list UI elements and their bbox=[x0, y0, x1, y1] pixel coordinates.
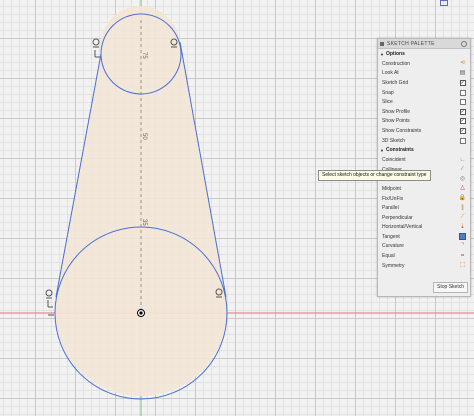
parallel-icon[interactable]: ∥ bbox=[461, 205, 464, 212]
option-checkbox[interactable]: ✓ bbox=[459, 127, 466, 134]
look-at-icon[interactable]: ▤ bbox=[460, 70, 466, 77]
sketch-palette: SKETCH PALETTE ▼ Options Construction ⊲ Lo… bbox=[377, 38, 471, 297]
constraint-row[interactable]: Midpoint △ bbox=[378, 184, 470, 194]
option-checkbox[interactable] bbox=[459, 99, 466, 106]
perpendicular-icon[interactable]: ⟋ bbox=[460, 214, 464, 221]
constraint-label: Curvature bbox=[382, 243, 404, 250]
equal-icon[interactable]: = bbox=[461, 253, 465, 260]
option-label: Slice bbox=[382, 99, 393, 106]
option-checkbox[interactable] bbox=[459, 137, 466, 144]
palette-grip-icon[interactable] bbox=[380, 41, 384, 46]
option-label: Construction bbox=[382, 60, 411, 67]
construction-icon[interactable]: ⊲ bbox=[460, 60, 465, 67]
caret-down-icon: ▼ bbox=[380, 147, 384, 153]
constraint-label: Parallel bbox=[382, 205, 399, 212]
option-label: Show Constraints bbox=[382, 127, 422, 134]
constraint-row[interactable]: Parallel ∥ bbox=[378, 203, 470, 213]
constraint-row[interactable]: Equal = bbox=[378, 251, 470, 261]
constraint-row[interactable]: Symmetry ⬚ bbox=[378, 261, 470, 271]
coincident-icon[interactable]: ∟ bbox=[460, 157, 466, 164]
constraint-row[interactable]: Coincident ∟ bbox=[378, 155, 470, 165]
constraint-row[interactable]: Curvature ⌝ bbox=[378, 242, 470, 252]
curvature-icon[interactable]: ⌝ bbox=[461, 243, 464, 250]
stop-sketch-button[interactable]: Stop Sketch bbox=[433, 282, 468, 293]
constraint-label: Symmetry bbox=[382, 262, 405, 269]
lock-icon[interactable]: 🔒 bbox=[459, 195, 466, 202]
options-header-label: Options bbox=[385, 51, 405, 57]
symmetry-icon[interactable]: ⬚ bbox=[460, 262, 466, 269]
constraints-section-header[interactable]: ▼ Constraints bbox=[378, 145, 470, 155]
option-row[interactable]: Construction ⊲ bbox=[378, 59, 470, 69]
coincident-constraint-icon[interactable] bbox=[94, 50, 100, 58]
tangent-constraint-icon[interactable] bbox=[45, 289, 53, 299]
midpoint-icon[interactable]: △ bbox=[460, 185, 465, 192]
constraint-label: Equal bbox=[382, 253, 395, 260]
constraint-label: Perpendicular bbox=[382, 214, 413, 221]
option-checkbox[interactable] bbox=[459, 89, 466, 96]
constraint-label: Fix/UnFix bbox=[382, 195, 404, 202]
option-label: Show Profile bbox=[382, 108, 411, 115]
constraints-header-label: Constraints bbox=[385, 147, 414, 154]
option-checkbox[interactable]: ✓ bbox=[459, 79, 466, 86]
constraint-row[interactable]: Tangent bbox=[378, 232, 470, 242]
tooltip: Select sketch objects or change constrai… bbox=[318, 170, 431, 181]
option-row[interactable]: Snap bbox=[378, 88, 470, 98]
caret-down-icon: ▼ bbox=[380, 51, 384, 57]
constraint-label: Tangent bbox=[382, 233, 400, 240]
option-row[interactable]: 3D Sketch bbox=[378, 136, 470, 146]
option-checkbox[interactable]: ✓ bbox=[459, 108, 466, 115]
constraint-row[interactable]: Fix/UnFix 🔒 bbox=[378, 194, 470, 204]
collinear-icon[interactable]: ∕ bbox=[462, 166, 463, 173]
option-label: 3D Sketch bbox=[382, 137, 406, 144]
origin-dot bbox=[139, 311, 143, 315]
view-cube-icon[interactable] bbox=[440, 0, 448, 6]
palette-collapse-icon[interactable] bbox=[461, 40, 467, 47]
option-label: Show Points bbox=[382, 118, 410, 125]
option-row[interactable]: Show Points ✓ bbox=[378, 117, 470, 127]
option-row[interactable]: Look At ▤ bbox=[378, 69, 470, 79]
horizontal-vertical-icon[interactable]: ⇣ bbox=[460, 224, 465, 231]
constraint-row[interactable]: Horizontal/Vertical ⇣ bbox=[378, 223, 470, 233]
option-checkbox[interactable]: ✓ bbox=[459, 118, 466, 125]
option-label: Sketch Grid bbox=[382, 79, 409, 86]
options-section-header[interactable]: ▼ Options bbox=[378, 49, 470, 59]
option-row[interactable]: Show Profile ✓ bbox=[378, 107, 470, 117]
option-label: Look At bbox=[382, 70, 399, 77]
constraint-label: Midpoint bbox=[382, 185, 401, 192]
coincident-constraint-icon[interactable] bbox=[47, 300, 53, 308]
option-row[interactable]: Show Constraints ✓ bbox=[378, 126, 470, 136]
concentric-icon[interactable]: ◎ bbox=[460, 176, 465, 183]
tangent-icon[interactable] bbox=[459, 233, 466, 241]
option-row[interactable]: Sketch Grid ✓ bbox=[378, 78, 470, 88]
palette-header[interactable]: SKETCH PALETTE bbox=[378, 39, 470, 49]
dimension-lower[interactable]: 35 bbox=[141, 219, 147, 226]
constraint-label: Coincident bbox=[382, 157, 406, 164]
option-label: Snap bbox=[382, 89, 394, 96]
constraint-row[interactable]: Perpendicular ⟋ bbox=[378, 213, 470, 223]
dimension-small-circle[interactable]: 75 bbox=[141, 52, 147, 59]
dimension-upper[interactable]: 50 bbox=[141, 133, 147, 140]
palette-title: SKETCH PALETTE bbox=[387, 40, 435, 47]
option-row[interactable]: Slice bbox=[378, 97, 470, 107]
tangent-constraint-icon[interactable] bbox=[92, 38, 100, 48]
constraint-label: Horizontal/Vertical bbox=[382, 224, 423, 231]
